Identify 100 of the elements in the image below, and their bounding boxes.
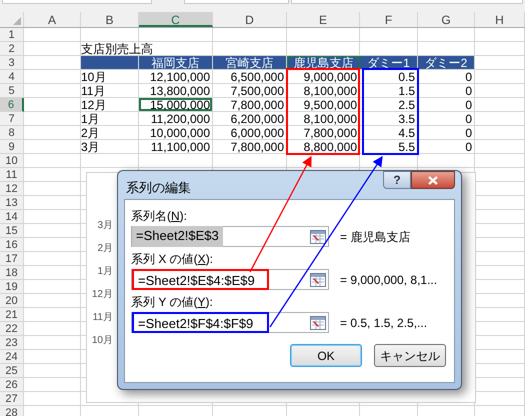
range-select-icon[interactable] — [310, 316, 326, 330]
range-select-icon[interactable] — [310, 230, 326, 244]
input-field[interactable]: =Sheet2!$E$4:$E$9 — [131, 269, 329, 290]
help-button[interactable]: ? — [383, 171, 411, 189]
table-cell: 6,000,000 — [213, 126, 287, 140]
row-header[interactable]: 10 — [0, 154, 24, 168]
row-header[interactable]: 13 — [0, 196, 24, 210]
row-header[interactable]: 19 — [0, 280, 24, 294]
row-header[interactable]: 20 — [0, 294, 24, 308]
row-header[interactable]: 7 — [0, 112, 24, 126]
table-cell: 10月 — [81, 70, 139, 84]
column-heading: ダミー2 — [418, 56, 475, 70]
table-cell: 15,000,000 — [139, 98, 213, 112]
row-header[interactable]: 17 — [0, 252, 24, 266]
row-header[interactable]: 26 — [0, 378, 24, 392]
table-cell: 0 — [418, 112, 475, 126]
column-header[interactable]: H — [475, 12, 525, 27]
table-cell: 0 — [418, 70, 475, 84]
table-cell: 11,200,000 — [139, 112, 213, 126]
table-cell: 12,100,000 — [139, 70, 213, 84]
table-cell: 0.5 — [360, 70, 418, 84]
table-cell: 7,500,000 — [213, 84, 287, 98]
dialog-button[interactable]: OK — [290, 344, 362, 367]
field-value: =Sheet2!$E$4:$E$9 — [132, 269, 269, 290]
table-cell: 3月 — [81, 140, 139, 154]
table-cell: 8,100,000 — [287, 112, 360, 126]
column-header[interactable]: G — [418, 12, 475, 27]
dialog-title: 系列の編集 — [126, 179, 191, 197]
axis-label: 1月 — [97, 265, 113, 279]
field-label: 系列 X の値(X): — [131, 251, 214, 268]
table-cell: 11,100,000 — [139, 140, 213, 154]
table-cell: 7,800,000 — [287, 126, 360, 140]
value-preview: = 9,000,000, 8,1... — [340, 272, 438, 288]
input-field[interactable]: =Sheet2!$F$4:$F$9 — [131, 312, 329, 333]
table-cell: 0 — [418, 126, 475, 140]
column-header[interactable]: F — [360, 12, 418, 27]
field-label: 系列名(N): — [131, 208, 188, 225]
row-header[interactable]: 14 — [0, 210, 24, 224]
row-header[interactable]: 6 — [0, 98, 24, 112]
row-header[interactable]: 4 — [0, 70, 24, 84]
row-header[interactable]: 25 — [0, 364, 24, 378]
column-heading: 福岡支店 — [139, 56, 213, 70]
table-cell: 3.5 — [360, 112, 418, 126]
field-value: =Sheet2!$F$4:$F$9 — [132, 312, 269, 333]
table-cell: 0 — [418, 84, 475, 98]
table-cell: 13,800,000 — [139, 84, 213, 98]
row-header[interactable]: 1 — [0, 28, 24, 42]
row-header[interactable]: 12 — [0, 182, 24, 196]
column-header[interactable]: A — [24, 12, 81, 27]
table-cell: 11月 — [81, 84, 139, 98]
table-cell: 9,500,000 — [287, 98, 360, 112]
row-header[interactable]: 24 — [0, 350, 24, 364]
row-header[interactable]: 27 — [0, 392, 24, 406]
column-heading: 宮崎支店 — [213, 56, 287, 70]
table-cell: 6,500,000 — [213, 70, 287, 84]
row-header[interactable]: 22 — [0, 322, 24, 336]
table-cell: 7,800,000 — [213, 140, 287, 154]
table-cell: 12月 — [81, 98, 139, 112]
row-header[interactable]: 16 — [0, 238, 24, 252]
axis-label: 10月 — [92, 334, 113, 348]
column-header[interactable]: C — [139, 12, 213, 27]
dialog-button[interactable]: キャンセル — [374, 344, 446, 367]
close-icon — [428, 176, 438, 184]
input-field[interactable]: =Sheet2!$E$3 — [131, 226, 329, 247]
row-header[interactable]: 2 — [0, 42, 24, 56]
row-header[interactable]: 9 — [0, 140, 24, 154]
table-cell: 8,800,000 — [287, 140, 360, 154]
table-cell: 8,100,000 — [287, 84, 360, 98]
field-label: 系列 Y の値(Y): — [131, 294, 214, 311]
row-header[interactable]: 8 — [0, 126, 24, 140]
column-header[interactable]: D — [213, 12, 287, 27]
table-cell: 2月 — [81, 126, 139, 140]
row-header[interactable]: 11 — [0, 168, 24, 182]
close-button[interactable] — [411, 171, 455, 189]
table-cell: 10,000,000 — [139, 126, 213, 140]
row-header[interactable]: 23 — [0, 336, 24, 350]
column-header[interactable]: E — [287, 12, 360, 27]
row-header[interactable]: 15 — [0, 224, 24, 238]
axis-label: 11月 — [92, 311, 113, 325]
row-header[interactable]: 3 — [0, 56, 24, 70]
table-cell: 7,800,000 — [213, 98, 287, 112]
range-select-icon[interactable] — [310, 272, 326, 286]
row-header[interactable]: 28 — [0, 406, 24, 416]
field-value: =Sheet2!$E$3 — [132, 226, 223, 247]
table-cell: 1.5 — [360, 84, 418, 98]
sheet-title: 支店別売上高 — [81, 42, 153, 56]
table-cell: 1月 — [81, 112, 139, 126]
table-cell: 5.5 — [360, 140, 418, 154]
table-cell: 6,200,000 — [213, 112, 287, 126]
table-cell: 0 — [418, 98, 475, 112]
table-cell: 0 — [418, 140, 475, 154]
axis-label: 12月 — [92, 288, 113, 302]
row-header[interactable]: 5 — [0, 84, 24, 98]
row-header[interactable]: 21 — [0, 308, 24, 322]
row-header[interactable]: 18 — [0, 266, 24, 280]
value-preview: = 鹿児島支店 — [340, 228, 410, 246]
table-cell: 2.5 — [360, 98, 418, 112]
axis-label: 2月 — [97, 242, 113, 256]
table-cell: 4.5 — [360, 126, 418, 140]
table-cell: 9,000,000 — [287, 70, 360, 84]
